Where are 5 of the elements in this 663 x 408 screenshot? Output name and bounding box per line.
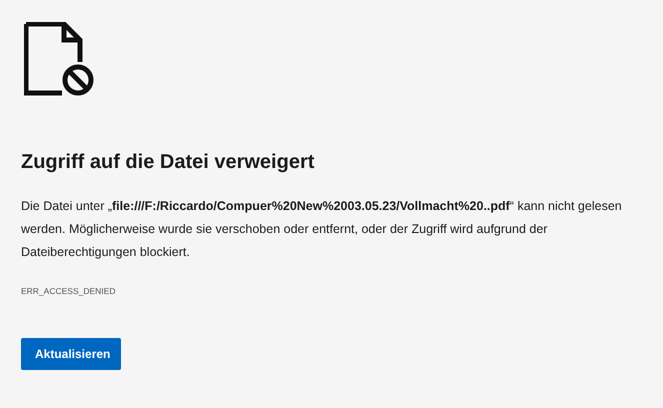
error-message: Die Datei unter „file:///F:/Riccardo/Compuer%20New%2003.05.23/Vollmacht%20..pdf“ kann nicht gelesen werden. Möglicherweise wurde sie verschoben oder entfernt, oder der Zugriff wird aufgrund der Dateiberechtigungen blockiert. [21, 198, 623, 261]
blocked-file-icon [24, 22, 96, 96]
error-code: ERR_ACCESS_DENIED [21, 286, 116, 296]
refresh-button[interactable]: Aktualisieren [21, 338, 121, 370]
error-heading: Zugriff auf die Datei verweigert [21, 150, 314, 175]
